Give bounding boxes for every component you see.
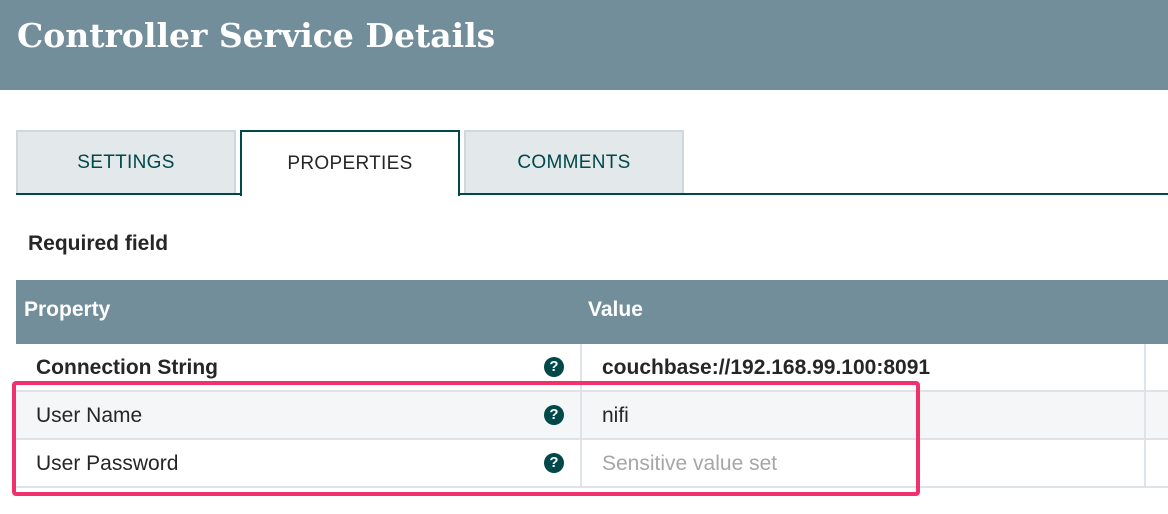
question-circle-icon[interactable]: ? [544, 357, 564, 377]
column-header-property[interactable]: Property [24, 298, 110, 322]
column-divider [580, 392, 582, 438]
dialog-title: Controller Service Details [17, 16, 496, 55]
tab-settings[interactable]: SETTINGS [16, 130, 236, 194]
property-value[interactable]: nifi [602, 402, 629, 430]
property-name: Connection String [36, 356, 218, 379]
dialog-header: Controller Service Details [0, 0, 1168, 90]
property-value[interactable]: couchbase://192.168.99.100:8091 [602, 354, 930, 382]
column-divider [580, 440, 582, 486]
question-circle-icon[interactable]: ? [544, 405, 564, 425]
column-divider [1144, 344, 1146, 390]
column-header-value[interactable]: Value [588, 298, 643, 322]
property-name: User Name [36, 404, 143, 427]
tab-comments[interactable]: COMMENTS [464, 130, 684, 194]
question-circle-icon[interactable]: ? [544, 453, 564, 473]
property-name: User Password [36, 452, 179, 475]
table-row[interactable]: User Password ? Sensitive value set [16, 440, 1168, 488]
property-value-sensitive[interactable]: Sensitive value set [602, 450, 777, 478]
properties-table: Property Value Connection String ? couch… [16, 280, 1168, 488]
table-row[interactable]: User Name ? nifi [16, 392, 1168, 440]
column-divider [1144, 392, 1146, 438]
required-field-label: Required field [28, 232, 169, 255]
tab-properties[interactable]: PROPERTIES [240, 130, 460, 196]
table-header: Property Value [16, 280, 1168, 344]
column-divider [580, 344, 582, 390]
column-divider [1144, 440, 1146, 486]
tab-bar-underline [16, 193, 1168, 195]
table-row[interactable]: Connection String ? couchbase://192.168.… [16, 344, 1168, 392]
